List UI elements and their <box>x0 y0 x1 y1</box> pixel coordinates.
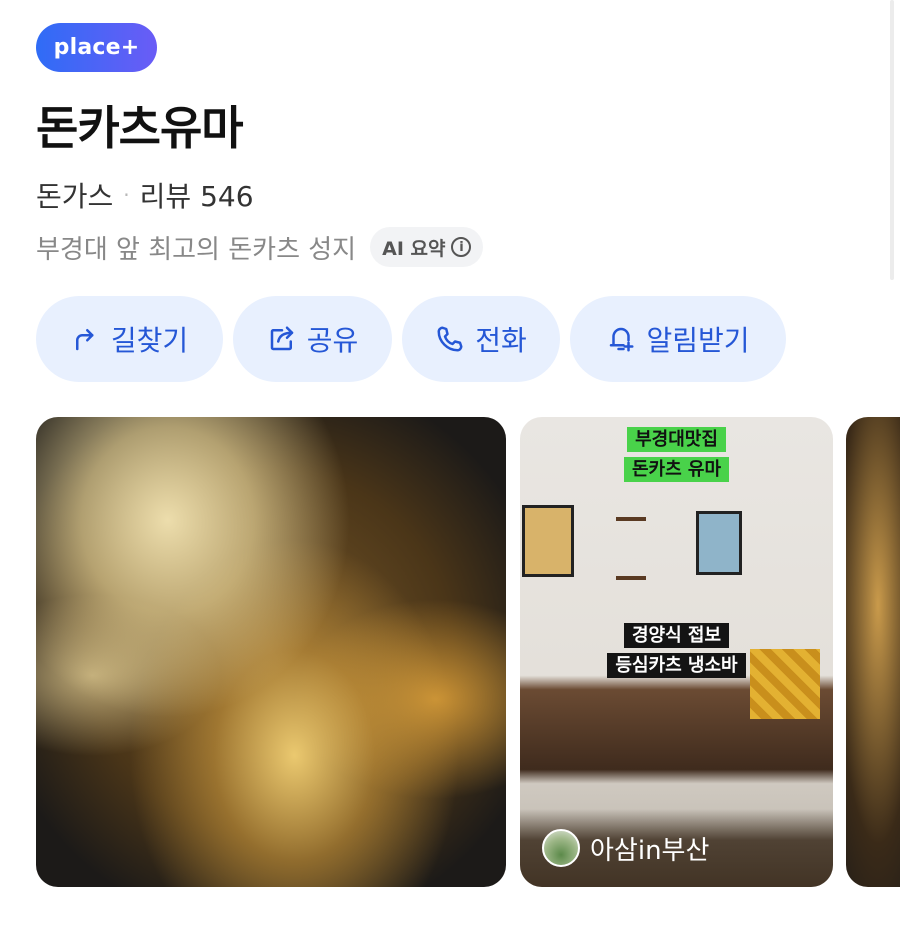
wall-poster <box>522 505 574 577</box>
info-icon[interactable]: i <box>451 237 472 257</box>
review-link[interactable]: 리뷰 546 <box>140 175 254 215</box>
photo-author-bar[interactable]: 아삼in부산 <box>520 809 833 887</box>
place-meta: 돈가스 · 리뷰 546 <box>36 175 254 215</box>
call-button[interactable]: 전화 <box>402 296 560 382</box>
scrollbar[interactable] <box>890 0 894 280</box>
call-label: 전화 <box>475 324 527 357</box>
bell-add-icon <box>610 327 634 352</box>
share-label: 공유 <box>306 324 359 357</box>
avatar <box>542 829 580 867</box>
ai-summary-chip[interactable]: AI 요약 i <box>370 227 484 267</box>
separator-dot: · <box>123 183 130 207</box>
place-summary: 부경대 앞 최고의 돈카츠 성지 <box>36 234 357 265</box>
ai-summary-label: AI 요약 <box>382 237 446 260</box>
wall-poster <box>696 511 742 575</box>
place-title: 돈카츠유마 <box>36 101 244 155</box>
caption-mid-1: 경양식 접보 <box>520 621 833 651</box>
category-label: 돈가스 <box>36 180 114 213</box>
place-plus-badge: place+ <box>36 23 157 72</box>
directions-icon <box>75 329 94 351</box>
share-icon <box>270 326 293 351</box>
review-label: 리뷰 <box>139 180 192 213</box>
directions-button[interactable]: 길찾기 <box>36 296 223 382</box>
photo-frying-pan[interactable] <box>36 417 506 887</box>
caption-mid-2: 등심카츠 냉소바 <box>520 651 833 681</box>
directions-label: 길찾기 <box>110 324 189 357</box>
author-name: 아삼in부산 <box>590 835 710 866</box>
summary-row: 부경대 앞 최고의 돈카츠 성지 AI 요약 i <box>36 227 484 267</box>
notify-label: 알림받기 <box>646 324 750 357</box>
caption-top-1: 부경대맛집 <box>520 425 833 455</box>
review-count: 546 <box>200 180 254 213</box>
notify-button[interactable]: 알림받기 <box>570 296 786 382</box>
phone-icon <box>437 326 463 352</box>
photo-restaurant-interior[interactable]: 부경대맛집 돈카츠 유마 경양식 접보 등심카츠 냉소바 아삼in부산 <box>520 417 833 887</box>
share-button[interactable]: 공유 <box>233 296 392 382</box>
caption-top-2: 돈카츠 유마 <box>520 455 833 485</box>
wall-shelf <box>616 517 646 580</box>
photo-next-partial[interactable] <box>846 417 900 887</box>
